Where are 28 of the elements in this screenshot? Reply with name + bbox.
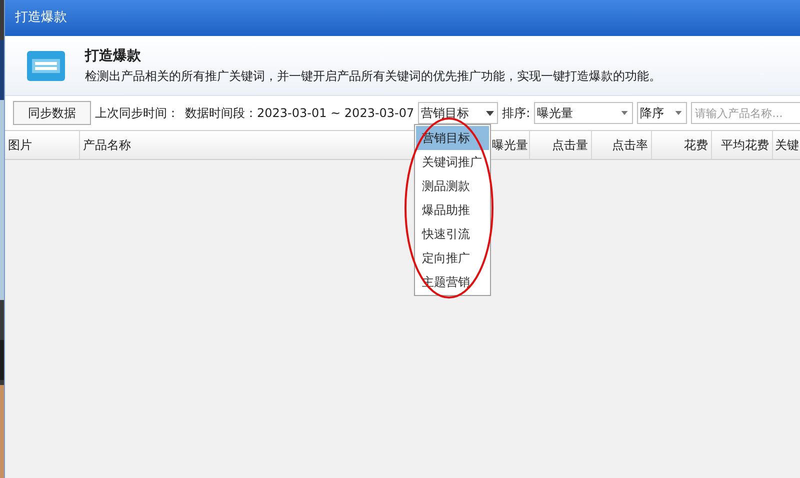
goal-select[interactable]: 营销目标 [418, 102, 498, 124]
dropdown-item[interactable]: 定向推广 [416, 246, 489, 270]
dropdown-item[interactable]: 测品测款 [416, 174, 489, 198]
sync-button[interactable]: 同步数据 [13, 101, 91, 125]
dropdown-item[interactable]: 关键词推广 [416, 150, 489, 174]
search-field[interactable]: 请输入产品名称... [691, 102, 800, 124]
dropdown-item[interactable]: 爆品助推 [416, 198, 489, 222]
column-header[interactable]: 花费 [684, 136, 708, 154]
column-header[interactable]: 产品名称 [83, 136, 131, 154]
caret-icon [486, 110, 494, 116]
column-header[interactable]: 关键 [775, 136, 799, 154]
column-header[interactable]: 曝光量 [492, 136, 528, 154]
column-header[interactable]: 图片 [8, 136, 32, 154]
last-sync-label: 上次同步时间： [95, 105, 179, 122]
date-range-label: 数据时间段：2023-03-01 ~ 2023-03-07 [185, 105, 414, 122]
column-header[interactable]: 点击率 [612, 136, 648, 154]
header-description: 检测出产品相关的所有推广关键词，并一键开启产品所有关键词的优先推广功能，实现一键打造爆款的功能。 [85, 68, 661, 85]
caret-icon [621, 111, 628, 115]
column-header[interactable]: 点击量 [552, 136, 588, 154]
header-title: 打造爆款 [85, 47, 142, 66]
sort-label: 排序: [502, 105, 530, 122]
caret-icon [675, 111, 682, 115]
dropdown-item[interactable]: 快速引流 [416, 222, 489, 246]
window-title: 打造爆款 [15, 9, 67, 28]
card-icon [27, 50, 65, 80]
sort-select[interactable]: 曝光量 [534, 102, 634, 124]
column-header[interactable]: 平均花费 [721, 136, 769, 154]
order-select[interactable]: 降序 [637, 102, 688, 124]
